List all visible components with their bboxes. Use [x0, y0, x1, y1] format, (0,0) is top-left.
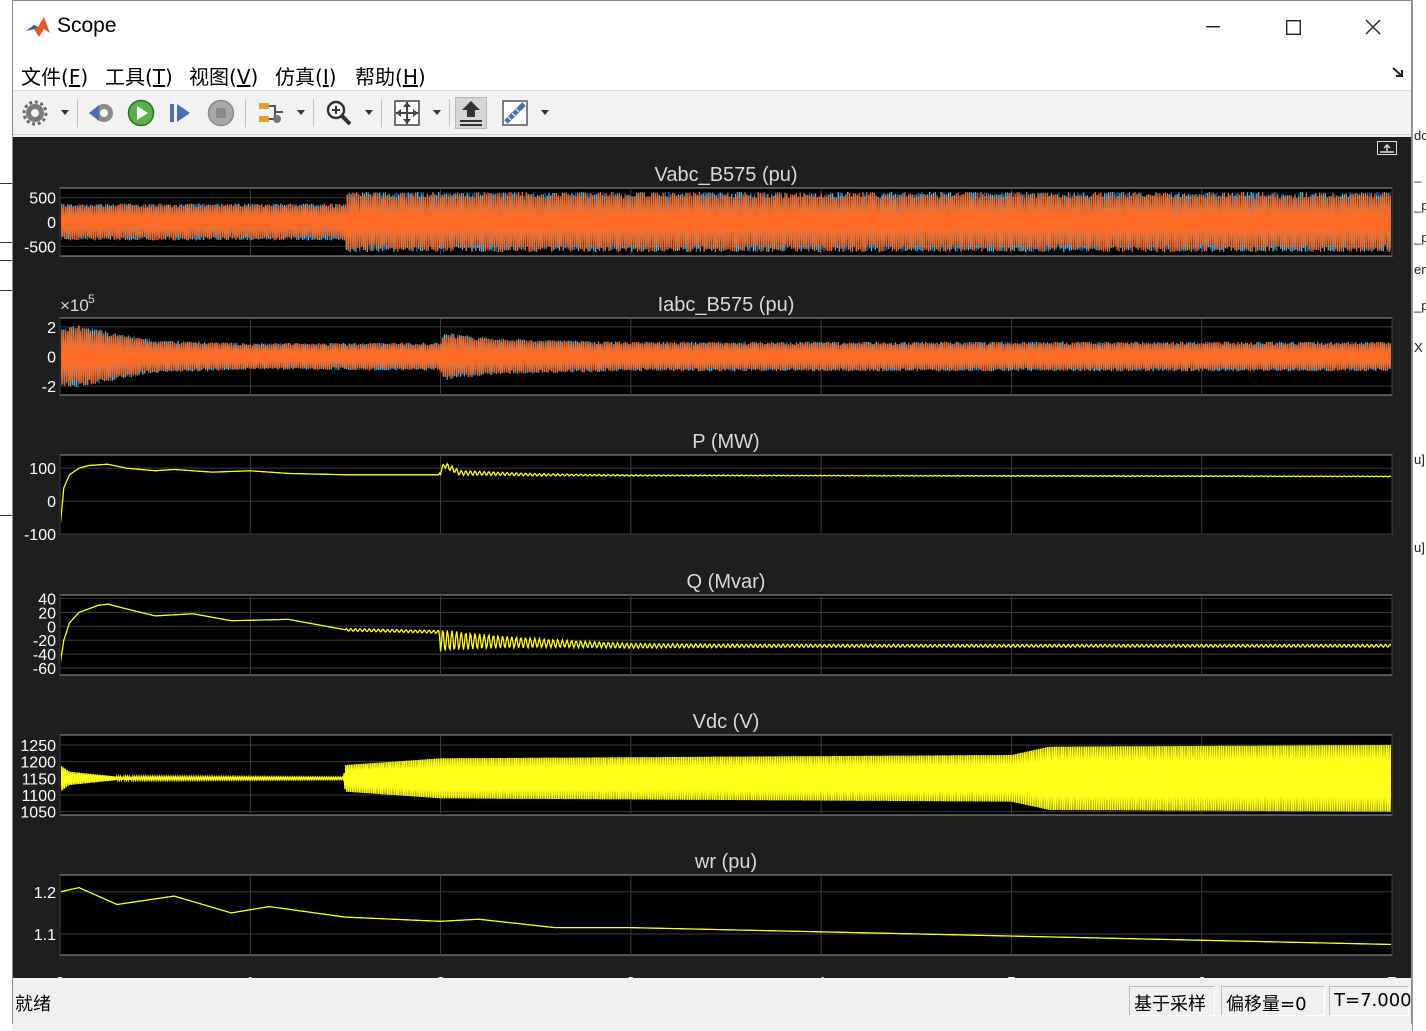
- y-tick-label: 1050: [20, 805, 56, 822]
- plot-title: Q (Mvar): [687, 571, 766, 593]
- undock-plot-button[interactable]: [1377, 141, 1397, 155]
- maximize-button[interactable]: [1253, 1, 1333, 53]
- menu-help[interactable]: 帮助(H): [355, 61, 426, 90]
- step-forward-icon: [170, 104, 190, 122]
- y-tick-label: 1100: [22, 788, 57, 805]
- sampling-mode-status: 基于采样: [1129, 986, 1215, 1016]
- y-tick-label: -100: [24, 527, 56, 544]
- undock-plot-icon: [1380, 144, 1394, 153]
- fit-view-icon: [394, 100, 420, 126]
- close-icon: [1365, 19, 1381, 35]
- offset-status: 偏移量=0: [1221, 986, 1325, 1016]
- scope-window: Scope 文件(F) 工具(T) 视图(V) 仿真(I) 帮助(H) Vabc…: [12, 0, 1412, 1024]
- background-fragment: _: [1414, 168, 1422, 183]
- zoom-button[interactable]: [323, 97, 355, 129]
- plot-title: wr (pu): [694, 851, 757, 873]
- y-tick-label: 500: [29, 191, 56, 208]
- toolbar: [13, 91, 1411, 135]
- y-tick-label: -2: [42, 379, 56, 396]
- background-fragment: u]: [1414, 540, 1425, 555]
- background-fragment: dc: [1414, 128, 1426, 143]
- maximize-icon: [1285, 19, 1301, 35]
- y-tick-label: -60: [33, 661, 56, 678]
- y-tick-label: 2: [47, 320, 56, 337]
- stop-button[interactable]: [205, 97, 237, 129]
- y-tick-label: 0: [47, 494, 56, 511]
- background-fragment: X: [1414, 340, 1423, 355]
- menu-bar: 文件(F) 工具(T) 视图(V) 仿真(I) 帮助(H): [13, 53, 1411, 91]
- plot-title: P (MW): [692, 431, 759, 453]
- run-icon: [127, 99, 155, 127]
- status-bar: 就绪 基于采样 偏移量=0 T=7.000: [13, 978, 1412, 1024]
- y-tick-label: 0: [47, 350, 56, 367]
- status-text: 就绪: [15, 994, 51, 1015]
- background-fragment: _p: [1414, 230, 1426, 245]
- step-back-button[interactable]: [85, 97, 117, 129]
- run-button[interactable]: [125, 97, 157, 129]
- y-tick-label: 1.2: [34, 885, 56, 902]
- measure-button[interactable]: [499, 97, 531, 129]
- settings-icon: [22, 100, 48, 126]
- background-window-right: dc__p_pem_pXu]u]: [1412, 0, 1426, 1031]
- stop-icon: [207, 99, 235, 127]
- axis-exponent-value: 5: [88, 292, 95, 306]
- background-fragment: u]: [1414, 452, 1425, 467]
- settings-dropdown-icon[interactable]: [61, 110, 69, 115]
- minimize-icon: [1206, 26, 1220, 28]
- autoscale-icon: [460, 101, 482, 126]
- measure-icon: [502, 100, 528, 126]
- background-fragment: _p: [1414, 198, 1426, 213]
- measure-dropdown-icon[interactable]: [541, 110, 549, 115]
- signal-config-button[interactable]: [255, 97, 287, 129]
- step-back-icon: [89, 104, 113, 122]
- plot-axes: [59, 594, 1393, 676]
- y-tick-label: 0: [47, 215, 56, 232]
- signal-config-dropdown-icon[interactable]: [297, 110, 305, 115]
- plot-title: Iabc_B575 (pu): [658, 294, 795, 316]
- undock-icon[interactable]: [1391, 65, 1405, 79]
- menu-simulation[interactable]: 仿真(I): [275, 61, 337, 90]
- autoscale-button[interactable]: [455, 97, 487, 129]
- menu-tools[interactable]: 工具(T): [105, 61, 173, 90]
- plot-axes: [59, 874, 1393, 956]
- background-fragment: em: [1414, 262, 1426, 277]
- fit-view-dropdown-icon[interactable]: [433, 110, 441, 115]
- scope-plots: Vabc_B575 (pu)5000-500Iabc_B575 (pu)×10 5…: [20, 164, 1396, 978]
- scope-display[interactable]: Vabc_B575 (pu) 500 0 -500 Iabc_B575 (pu) ×10 5…: [13, 137, 1411, 978]
- zoom-dropdown-icon[interactable]: [365, 110, 373, 115]
- matlab-icon: [25, 15, 51, 39]
- step-forward-button[interactable]: [165, 97, 197, 129]
- background-window-left: [0, 0, 12, 1031]
- y-tick-label: 1.1: [34, 927, 56, 944]
- y-tick-label: 1250: [20, 738, 56, 755]
- y-tick-label: 100: [29, 461, 56, 478]
- fit-view-button[interactable]: [391, 97, 423, 129]
- signal-config-icon: [259, 103, 283, 123]
- axis-exponent-label: ×10: [60, 296, 89, 315]
- close-button[interactable]: [1333, 1, 1413, 53]
- menu-file[interactable]: 文件(F): [21, 61, 88, 90]
- plot-title: Vdc (V): [693, 711, 760, 733]
- title-bar[interactable]: Scope: [13, 1, 1411, 53]
- time-status: T=7.000: [1329, 986, 1412, 1016]
- window-title: Scope: [57, 14, 117, 37]
- y-tick-label: 1150: [22, 771, 57, 788]
- settings-button[interactable]: [19, 97, 51, 129]
- y-tick-label: 1200: [20, 755, 56, 772]
- minimize-button[interactable]: [1173, 1, 1253, 53]
- background-fragment: _p: [1414, 298, 1426, 313]
- zoom-in-icon: [326, 100, 352, 126]
- menu-view[interactable]: 视图(V): [189, 61, 258, 90]
- plot-axes: [59, 454, 1393, 535]
- plot-title: Vabc_B575 (pu): [654, 164, 797, 186]
- y-tick-label: -500: [24, 239, 56, 256]
